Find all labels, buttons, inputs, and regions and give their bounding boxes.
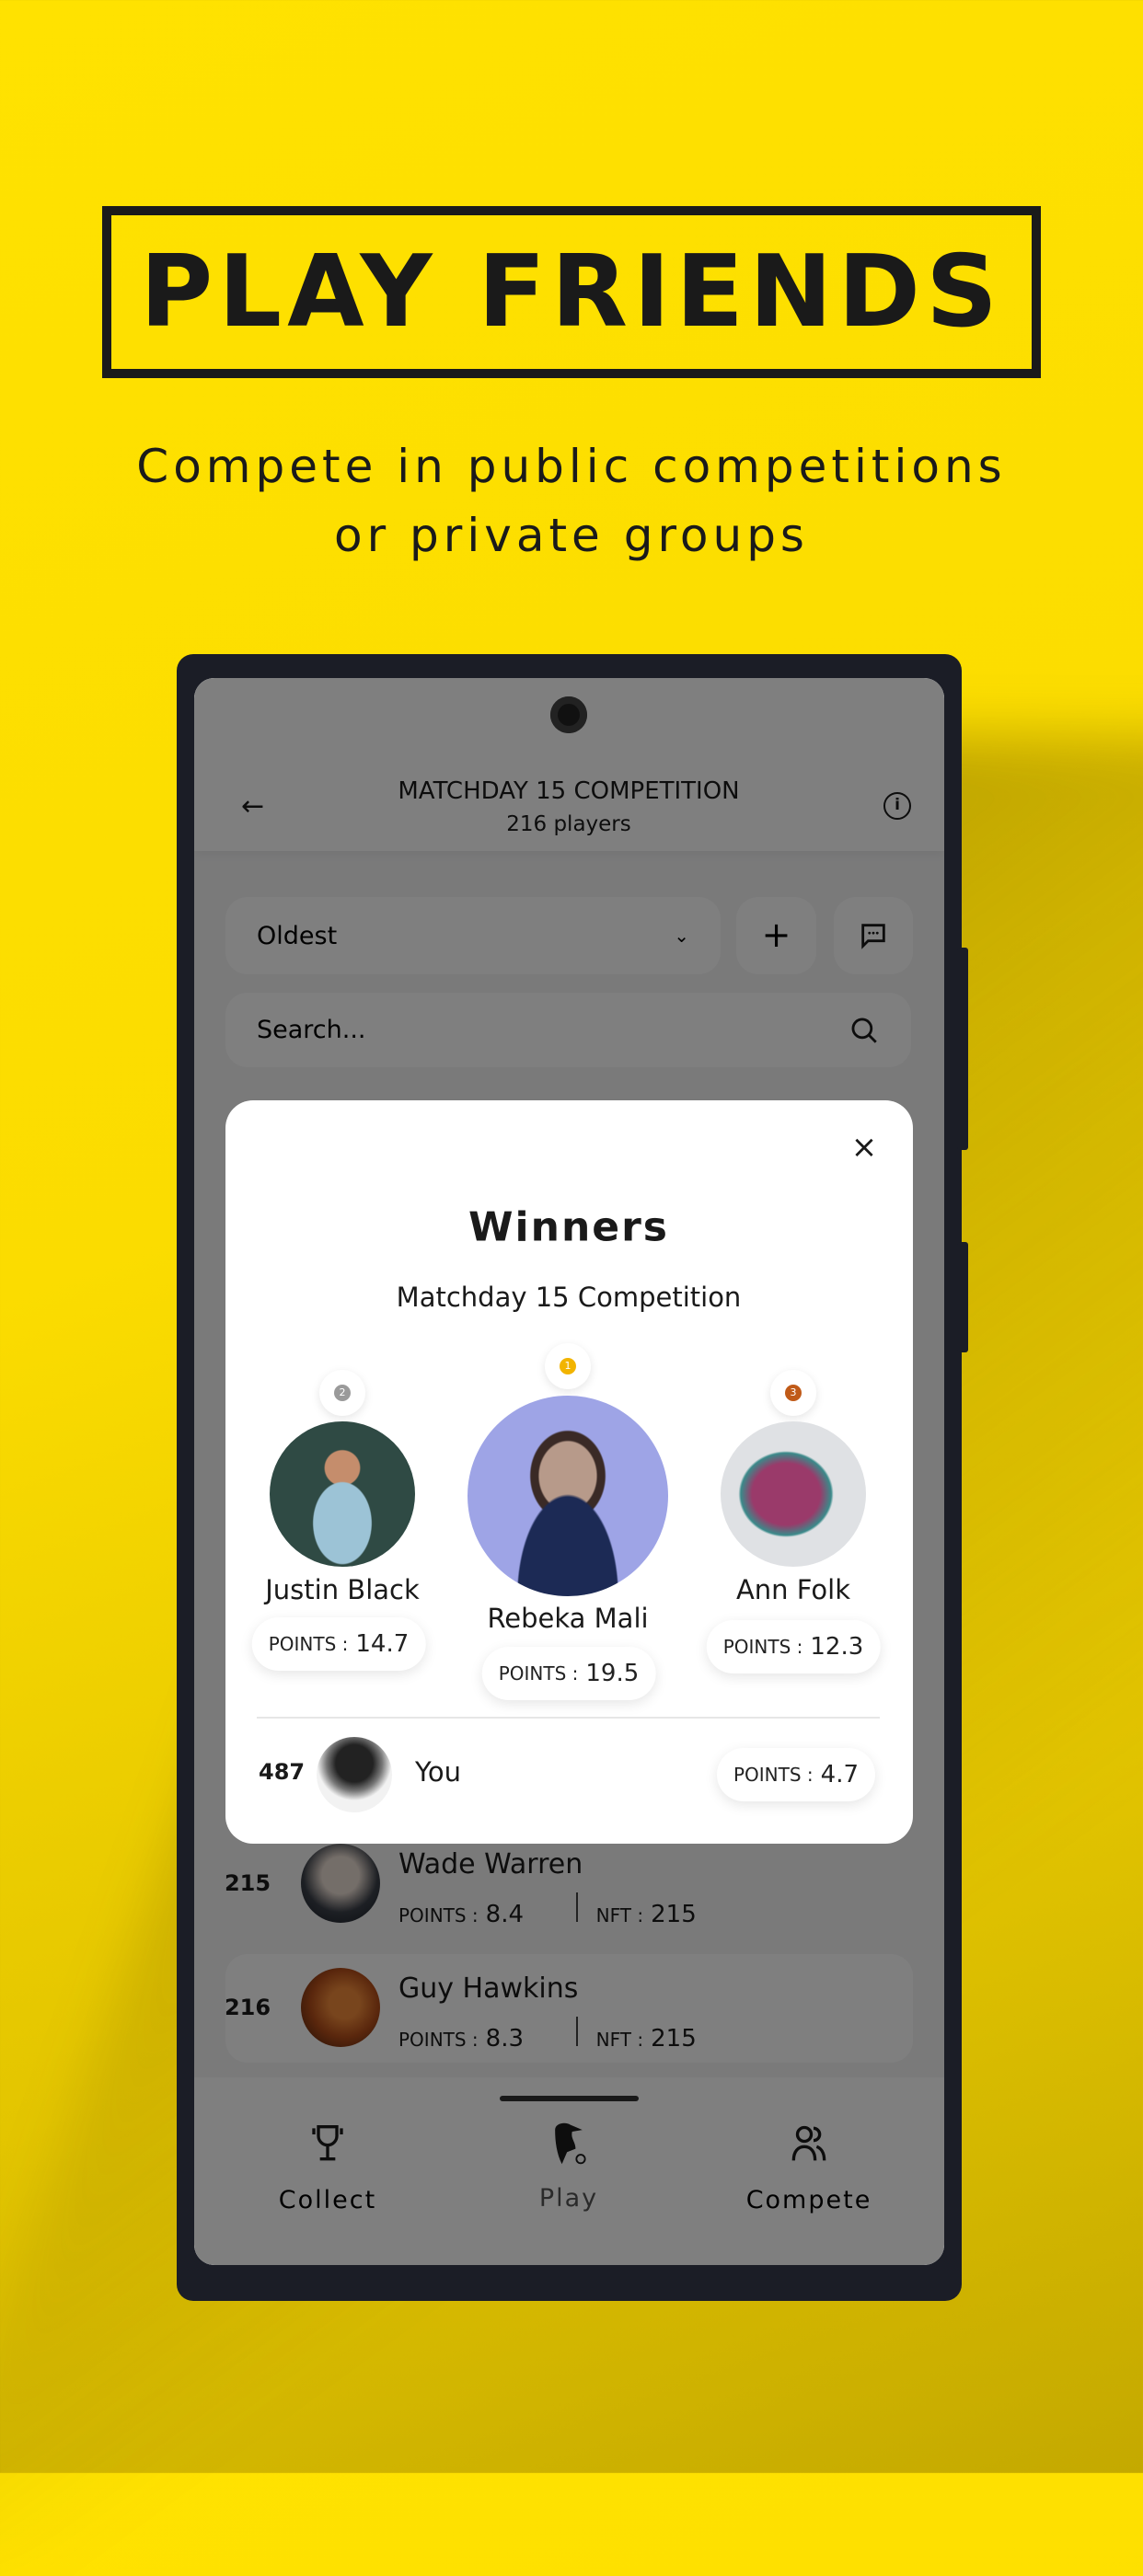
winner-points: POINTS :12.3: [706, 1620, 881, 1673]
phone-side-button: [957, 948, 968, 1150]
modal-subtitle: Matchday 15 Competition: [396, 1282, 742, 1313]
winner-avatar: [468, 1396, 668, 1596]
winners-modal: × Winners Matchday 15 Competition 2 Just…: [225, 1100, 913, 1844]
winner-name: Rebeka Mali: [487, 1603, 649, 1634]
winner-avatar: [270, 1421, 415, 1567]
hero-subtitle-2: or private groups: [334, 509, 809, 562]
bronze-medal-icon: 3: [770, 1370, 816, 1416]
divider: [257, 1717, 880, 1719]
winner-name: Justin Black: [265, 1574, 420, 1605]
front-camera: [550, 696, 587, 733]
silver-medal-icon: 2: [319, 1370, 365, 1416]
hero-title-box: PLAY FRIENDS: [102, 206, 1041, 378]
your-points: POINTS :4.7: [716, 1748, 876, 1801]
winner-points: POINTS :14.7: [251, 1617, 426, 1671]
your-rank: 487: [259, 1759, 306, 1785]
close-icon[interactable]: ×: [851, 1129, 878, 1166]
gold-medal-icon: 1: [545, 1343, 591, 1389]
modal-title: Winners: [468, 1203, 669, 1251]
hero-title: PLAY FRIENDS: [140, 235, 1003, 350]
winner-avatar: [721, 1421, 866, 1567]
phone-side-button: [957, 1242, 968, 1352]
winner-points: POINTS :19.5: [481, 1647, 656, 1700]
your-name: You: [415, 1756, 461, 1788]
hero-subtitle-1: Compete in public competitions: [136, 440, 1007, 493]
winner-name: Ann Folk: [735, 1574, 851, 1605]
your-avatar: [317, 1737, 392, 1812]
